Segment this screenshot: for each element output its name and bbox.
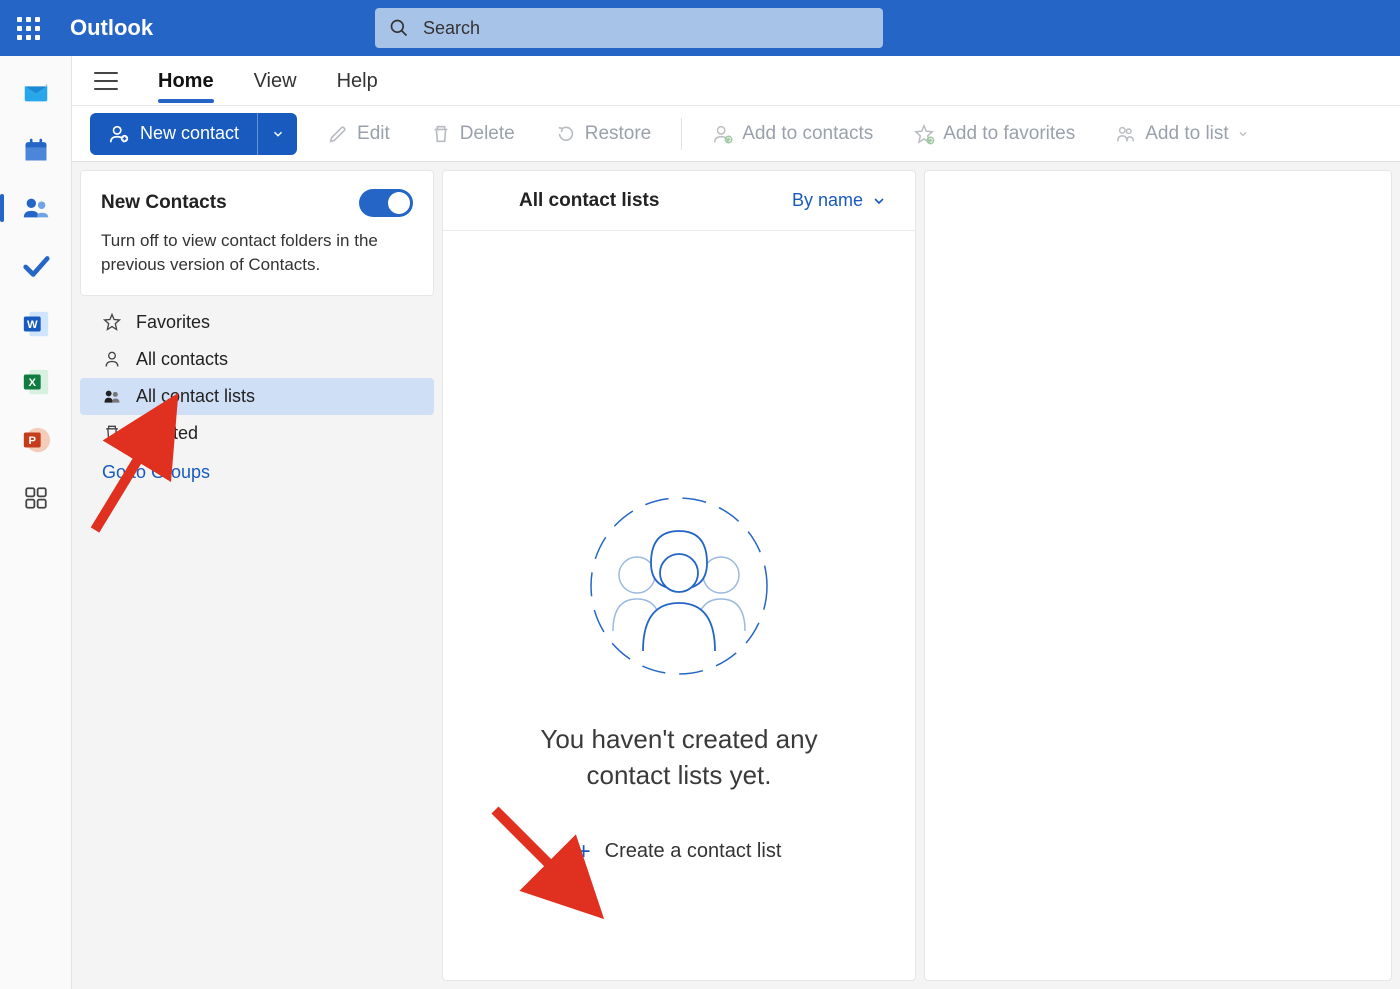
delete-label: Delete (460, 123, 515, 145)
tab-view[interactable]: View (254, 60, 297, 101)
tab-help[interactable]: Help (337, 60, 378, 101)
toolbar-separator (681, 118, 682, 150)
new-contacts-desc: Turn off to view contact folders in the … (101, 229, 413, 277)
search-placeholder: Search (423, 18, 480, 39)
edit-icon (327, 123, 349, 145)
folder-all-contact-lists[interactable]: All contact lists (80, 378, 434, 415)
create-label: Create a contact list (605, 840, 782, 863)
trash-icon (102, 423, 122, 443)
folder-label: Favorites (136, 312, 210, 333)
edit-label: Edit (357, 123, 390, 145)
delete-button: Delete (420, 117, 525, 151)
new-contacts-title: New Contacts (101, 192, 227, 214)
restore-button: Restore (545, 117, 662, 151)
center-panel: All contact lists By name (442, 170, 916, 981)
people-list-icon (1115, 123, 1137, 145)
app-launcher-icon[interactable] (0, 0, 56, 56)
empty-line-2: contact lists yet. (540, 757, 817, 793)
new-contact-button[interactable]: New contact (90, 113, 257, 155)
toolbar: New contact Edit Delete Restore Add to c… (72, 106, 1400, 162)
folder-label: Deleted (136, 423, 198, 444)
rail-word[interactable]: W (14, 302, 58, 346)
chevron-down-icon (1237, 128, 1249, 140)
mail-icon (21, 77, 51, 107)
apps-grid-icon (23, 485, 49, 511)
hamburger-icon[interactable] (94, 72, 118, 90)
add-to-contacts-button: Add to contacts (702, 117, 883, 151)
empty-state-text: You haven't created any contact lists ye… (540, 721, 817, 794)
restore-label: Restore (585, 123, 652, 145)
rail-more-apps[interactable] (14, 476, 58, 520)
chevron-down-icon (271, 127, 285, 141)
main-area: Home View Help New contact Edit (72, 56, 1400, 989)
person-icon (102, 349, 122, 369)
sort-button[interactable]: By name (792, 190, 887, 211)
search-icon (389, 18, 409, 38)
left-panel: New Contacts Turn off to view contact fo… (80, 170, 434, 981)
powerpoint-icon: P (21, 425, 51, 455)
svg-text:P: P (28, 435, 36, 447)
rail-mail[interactable] (14, 70, 58, 114)
center-header: All contact lists By name (443, 171, 915, 231)
center-body: You haven't created any contact lists ye… (443, 231, 915, 980)
add-to-favorites-button: Add to favorites (903, 117, 1085, 151)
svg-text:W: W (26, 319, 37, 331)
add-to-favorites-label: Add to favorites (943, 123, 1075, 145)
rail-todo[interactable] (14, 244, 58, 288)
go-to-groups-link[interactable]: Go to Groups (80, 452, 434, 493)
center-title: All contact lists (519, 190, 659, 212)
new-contacts-card: New Contacts Turn off to view contact fo… (80, 170, 434, 296)
trash-icon (430, 123, 452, 145)
search-input[interactable]: Search (375, 8, 883, 48)
right-panel (924, 170, 1392, 981)
sort-label: By name (792, 190, 863, 211)
people-icon (21, 193, 51, 223)
app-name: Outlook (70, 15, 153, 41)
tab-home[interactable]: Home (158, 60, 214, 101)
star-icon (102, 312, 122, 332)
folder-all-contacts[interactable]: All contacts (80, 341, 434, 378)
new-contacts-toggle[interactable] (359, 189, 413, 217)
new-contact-dropdown[interactable] (257, 113, 297, 155)
rail-excel[interactable]: X (14, 360, 58, 404)
create-contact-list-link[interactable]: + Create a contact list (577, 838, 782, 866)
restore-icon (555, 123, 577, 145)
ribbon-tabs: Home View Help (72, 56, 1400, 106)
new-contact-label: New contact (140, 123, 239, 144)
check-icon (21, 251, 51, 281)
edit-button: Edit (317, 117, 400, 151)
empty-line-1: You haven't created any (540, 721, 817, 757)
body: New Contacts Turn off to view contact fo… (72, 162, 1400, 989)
empty-illustration-icon (579, 491, 779, 681)
person-add-icon (108, 123, 130, 145)
folder-label: All contacts (136, 349, 228, 370)
excel-icon: X (21, 367, 51, 397)
add-to-list-label: Add to list (1145, 123, 1228, 145)
folder-list: Favorites All contacts All contact lists… (80, 304, 434, 493)
rail-people[interactable] (14, 186, 58, 230)
rail-calendar[interactable] (14, 128, 58, 172)
svg-text:X: X (28, 377, 36, 389)
calendar-icon (22, 136, 50, 164)
person-add-icon (712, 123, 734, 145)
folder-label: All contact lists (136, 386, 255, 407)
folder-deleted[interactable]: Deleted (80, 415, 434, 452)
add-to-list-button: Add to list (1105, 117, 1258, 151)
top-bar: Outlook Search (0, 0, 1400, 56)
people-icon (102, 386, 122, 406)
folder-favorites[interactable]: Favorites (80, 304, 434, 341)
plus-icon: + (577, 838, 591, 866)
new-contact-split-button: New contact (90, 113, 297, 155)
add-to-contacts-label: Add to contacts (742, 123, 873, 145)
star-add-icon (913, 123, 935, 145)
rail-powerpoint[interactable]: P (14, 418, 58, 462)
chevron-down-icon (871, 193, 887, 209)
word-icon: W (21, 309, 51, 339)
app-rail: W X P (0, 56, 72, 989)
